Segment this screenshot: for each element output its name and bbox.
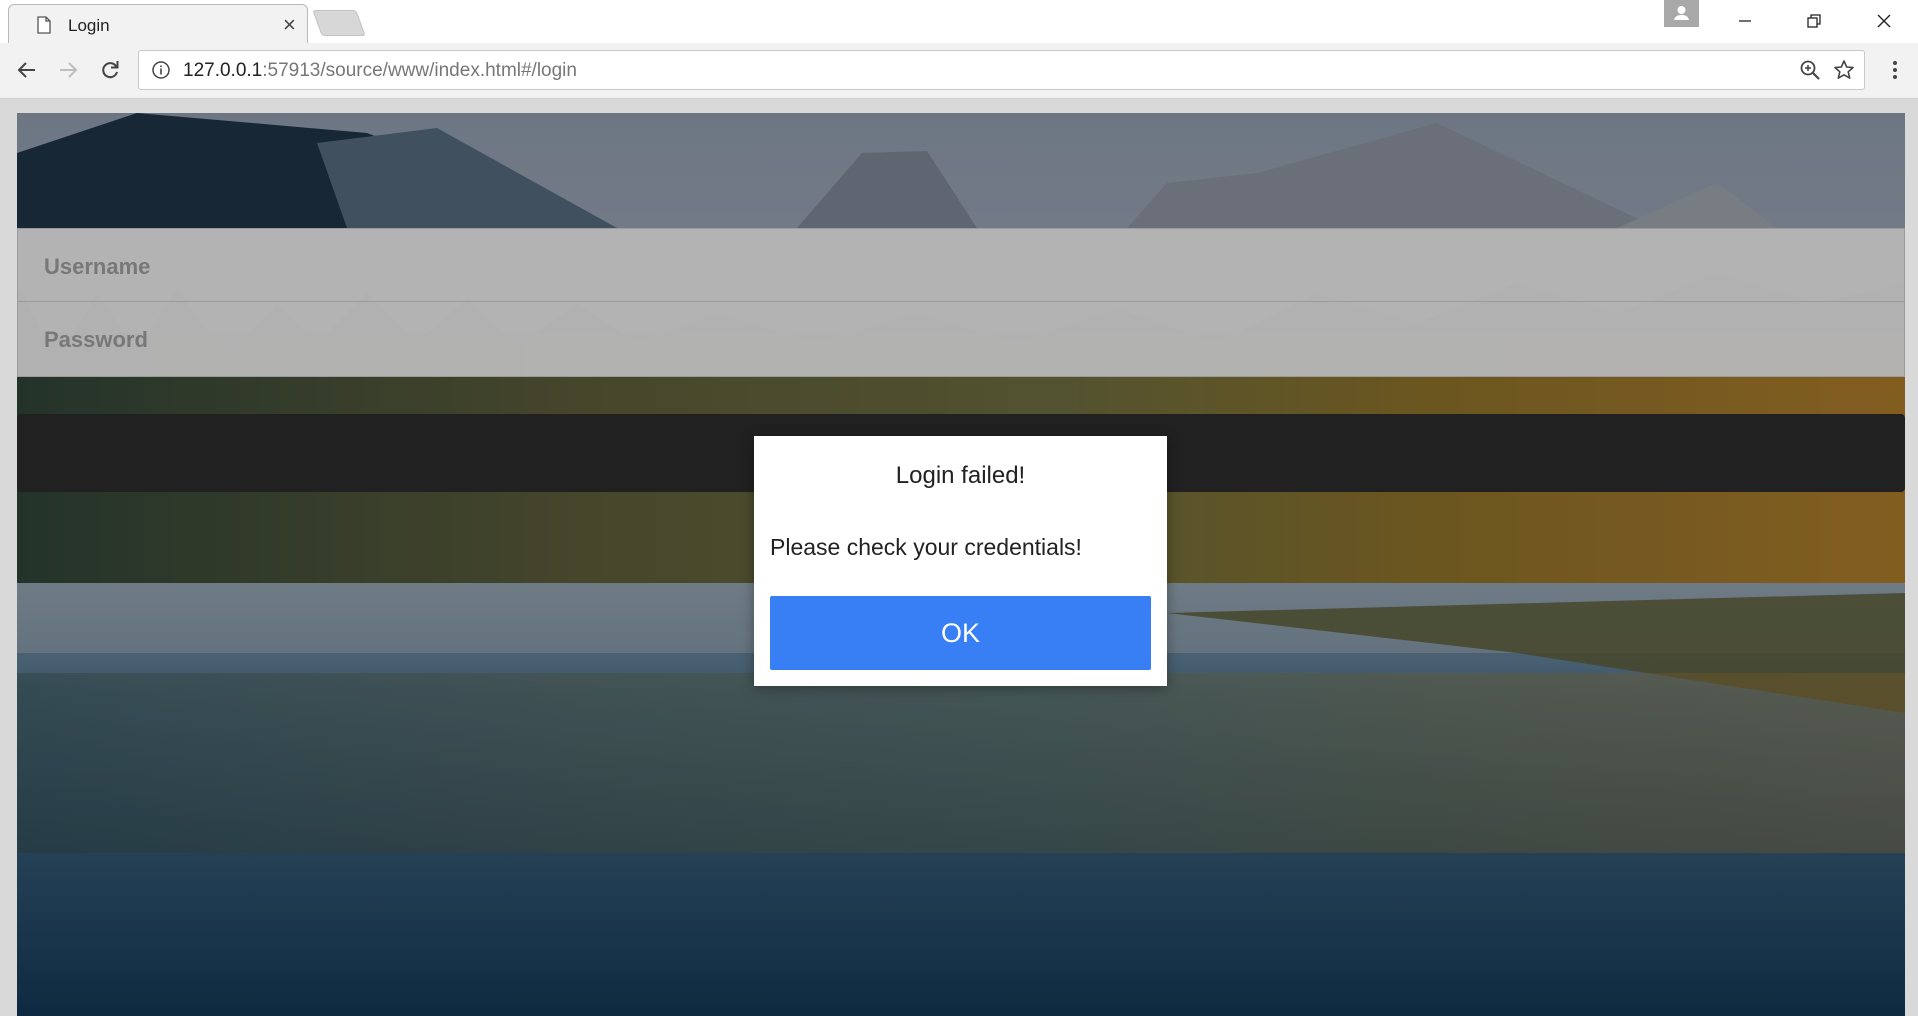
ok-button[interactable]: OK bbox=[770, 596, 1151, 670]
close-icon[interactable]: × bbox=[283, 14, 296, 36]
alert-dialog: Login failed! Please check your credenti… bbox=[754, 436, 1167, 686]
url-path: :57913/source/www/index.html#/login bbox=[262, 60, 577, 81]
address-bar[interactable]: 127.0.0.1:57913/source/www/index.html#/l… bbox=[138, 50, 1865, 90]
url-text: 127.0.0.1:57913/source/www/index.html#/l… bbox=[183, 60, 577, 82]
browser-tab[interactable]: Login × bbox=[8, 4, 308, 43]
minimize-icon[interactable] bbox=[1725, 8, 1765, 34]
reload-icon[interactable] bbox=[95, 55, 125, 85]
star-icon[interactable] bbox=[1833, 59, 1855, 81]
alert-title: Login failed! bbox=[895, 462, 1026, 489]
window-close-icon[interactable] bbox=[1864, 8, 1904, 34]
info-icon[interactable] bbox=[151, 60, 171, 80]
restore-icon[interactable] bbox=[1794, 8, 1834, 34]
alert-message: Please check your credentials! bbox=[770, 534, 1082, 560]
browser-titlebar: Login × bbox=[0, 0, 1918, 43]
forward-icon[interactable] bbox=[53, 55, 83, 85]
zoom-icon[interactable] bbox=[1799, 59, 1821, 81]
menu-icon[interactable] bbox=[1880, 55, 1910, 85]
browser-toolbar: 127.0.0.1:57913/source/www/index.html#/l… bbox=[0, 43, 1918, 99]
back-icon[interactable] bbox=[12, 55, 42, 85]
profile-icon[interactable] bbox=[1664, 0, 1699, 27]
url-host: 127.0.0.1 bbox=[183, 60, 263, 81]
new-tab-button[interactable] bbox=[312, 10, 366, 36]
tab-title: Login bbox=[68, 16, 110, 35]
page-icon bbox=[37, 16, 51, 34]
